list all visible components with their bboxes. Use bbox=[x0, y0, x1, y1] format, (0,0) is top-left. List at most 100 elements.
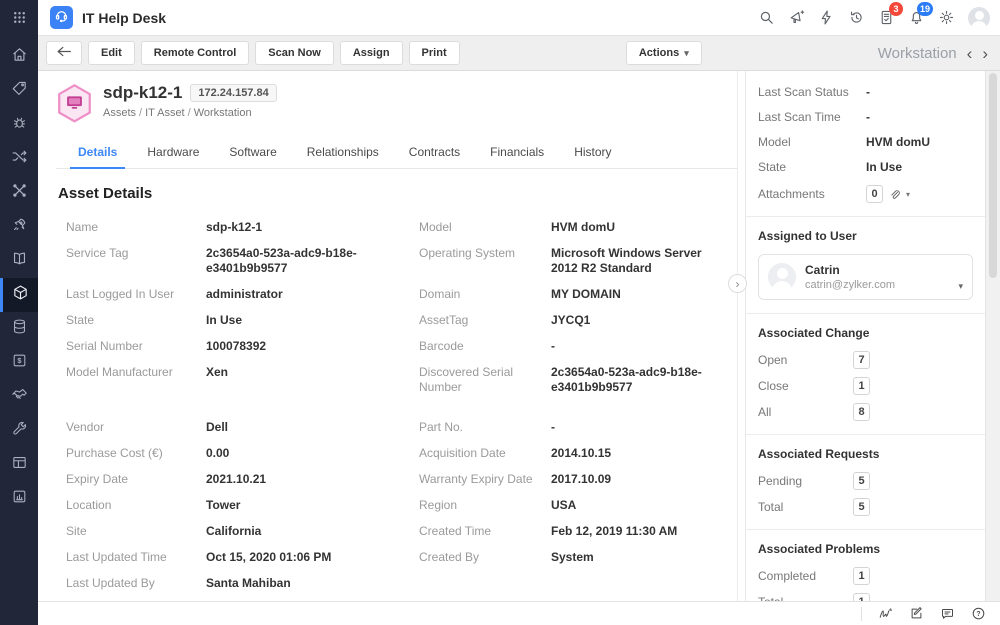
detail-row: Purchase Cost (€)0.00Acquisition Date201… bbox=[66, 446, 737, 461]
sidebar-item-problems[interactable] bbox=[0, 108, 38, 142]
tab-details[interactable]: Details bbox=[64, 138, 131, 168]
sidebar-item-admin[interactable] bbox=[0, 414, 38, 448]
sidebar-item-reports[interactable] bbox=[0, 482, 38, 516]
sidebar-item-purchases[interactable]: $ bbox=[0, 346, 38, 380]
sidebar-item-contracts[interactable] bbox=[0, 380, 38, 414]
next-asset-button[interactable]: › bbox=[982, 45, 988, 62]
edit-button[interactable]: Edit bbox=[88, 41, 135, 65]
problems-icon bbox=[11, 114, 28, 136]
breadcrumb: Assets/IT Asset/Workstation bbox=[103, 107, 277, 119]
announcement-icon[interactable] bbox=[788, 9, 805, 26]
prev-asset-button[interactable]: ‹ bbox=[967, 45, 973, 62]
asset-details-group2: VendorDellPart No.- Purchase Cost (€)0.0… bbox=[56, 420, 737, 591]
sidebar-item-releases[interactable] bbox=[0, 210, 38, 244]
assigned-user-heading: Assigned to User bbox=[758, 229, 973, 243]
tab-software[interactable]: Software bbox=[215, 138, 290, 168]
count-badge[interactable]: 1 bbox=[853, 593, 870, 601]
gear-icon[interactable] bbox=[938, 9, 955, 26]
back-button[interactable] bbox=[46, 41, 82, 65]
headset-icon bbox=[54, 8, 69, 28]
history-icon[interactable] bbox=[848, 9, 865, 26]
panel-row: Last Scan Status- bbox=[758, 85, 973, 99]
asset-detail-pane: sdp-k12-1 172.24.157.84 Assets/IT Asset/… bbox=[38, 71, 737, 601]
count-badge[interactable]: 5 bbox=[853, 472, 870, 490]
releases-icon bbox=[11, 216, 28, 238]
breadcrumb-assets[interactable]: Assets bbox=[103, 107, 136, 119]
approvals-icon[interactable]: 3 bbox=[878, 9, 895, 26]
tab-relationships[interactable]: Relationships bbox=[293, 138, 393, 168]
asset-details-group1: Namesdp-k12-1ModelHVM domU Service Tag2c… bbox=[56, 220, 737, 395]
asset-name: sdp-k12-1 bbox=[103, 83, 182, 103]
asset-tabs: Details Hardware Software Relationships … bbox=[56, 138, 737, 169]
count-badge[interactable]: 1 bbox=[853, 377, 870, 395]
requests-icon bbox=[11, 80, 28, 102]
user-name: Catrin bbox=[805, 263, 895, 277]
count-badge[interactable]: 5 bbox=[853, 498, 870, 516]
associated-requests-heading: Associated Requests bbox=[758, 447, 973, 461]
paperclip-icon[interactable] bbox=[888, 188, 901, 201]
detail-row: VendorDellPart No.- bbox=[66, 420, 737, 435]
assoc-row: Completed1 bbox=[758, 567, 973, 585]
svg-text:?: ? bbox=[976, 611, 980, 618]
print-button[interactable]: Print bbox=[409, 41, 460, 65]
remote-control-button[interactable]: Remote Control bbox=[141, 41, 250, 65]
chevron-down-icon[interactable]: ▾ bbox=[906, 190, 910, 199]
breadcrumb-it-asset[interactable]: IT Asset bbox=[145, 107, 185, 119]
zap-icon[interactable] bbox=[818, 9, 835, 26]
attachments-count[interactable]: 0 bbox=[866, 185, 883, 203]
home-icon bbox=[11, 46, 28, 68]
contracts-icon bbox=[11, 386, 28, 408]
detail-row: Last Updated TimeOct 15, 2020 01:06 PMCr… bbox=[66, 550, 737, 565]
assoc-row: Open7 bbox=[758, 351, 973, 369]
topbar: IT Help Desk 3 19 bbox=[38, 0, 1000, 36]
tab-history[interactable]: History bbox=[560, 138, 625, 168]
panel-collapse-handle[interactable]: › bbox=[728, 274, 747, 293]
page-scrollbar[interactable] bbox=[985, 71, 1000, 601]
help-icon[interactable]: ? bbox=[971, 606, 986, 621]
search-icon[interactable] bbox=[758, 9, 775, 26]
assoc-row: Total5 bbox=[758, 498, 973, 516]
count-badge[interactable]: 8 bbox=[853, 403, 870, 421]
scrollbar-thumb[interactable] bbox=[989, 73, 997, 278]
reports-icon bbox=[11, 488, 28, 510]
count-badge[interactable]: 7 bbox=[853, 351, 870, 369]
sidebar-item-projects[interactable] bbox=[0, 176, 38, 210]
detail-row: StateIn UseAssetTagJYCQ1 bbox=[66, 313, 737, 328]
asset-ip-chip: 172.24.157.84 bbox=[190, 84, 276, 102]
chat-icon[interactable] bbox=[940, 606, 955, 621]
sidebar-item-requests[interactable] bbox=[0, 74, 38, 108]
scan-now-button[interactable]: Scan Now bbox=[255, 41, 334, 65]
tab-financials[interactable]: Financials bbox=[476, 138, 558, 168]
detail-row: Last Updated BySanta Mahiban bbox=[66, 576, 737, 591]
count-badge[interactable]: 1 bbox=[853, 567, 870, 585]
app-grid-icon[interactable] bbox=[0, 0, 38, 34]
solutions-icon bbox=[11, 250, 28, 272]
actions-dropdown[interactable]: Actions▾ bbox=[626, 41, 702, 65]
chevron-down-icon: ▾ bbox=[958, 281, 963, 292]
detail-row: Service Tag2c3654a0-523a-adc9-b18e-e3401… bbox=[66, 246, 737, 276]
tab-hardware[interactable]: Hardware bbox=[133, 138, 213, 168]
sidebar-item-changes[interactable] bbox=[0, 142, 38, 176]
summary-panel: Last Scan Status- Last Scan Time- ModelH… bbox=[745, 71, 985, 601]
notifications-icon[interactable]: 19 bbox=[908, 9, 925, 26]
associated-problems-heading: Associated Problems bbox=[758, 542, 973, 556]
sidebar-item-home[interactable] bbox=[0, 40, 38, 74]
zia-icon[interactable] bbox=[878, 606, 893, 621]
assigned-user-card[interactable]: Catrin catrin@zylker.com ▾ bbox=[758, 254, 973, 300]
sidebar-item-assets[interactable] bbox=[0, 278, 38, 312]
associated-change-heading: Associated Change bbox=[758, 326, 973, 340]
assoc-row: Pending5 bbox=[758, 472, 973, 490]
tab-contracts[interactable]: Contracts bbox=[395, 138, 474, 168]
chevron-down-icon: ▾ bbox=[684, 48, 689, 59]
assign-button[interactable]: Assign bbox=[340, 41, 403, 65]
sidebar-item-solutions[interactable] bbox=[0, 244, 38, 278]
detail-row: Last Logged In UseradministratorDomainMY… bbox=[66, 287, 737, 302]
sidebar-item-cmdb[interactable] bbox=[0, 312, 38, 346]
notifications-badge: 19 bbox=[917, 2, 933, 16]
avatar[interactable] bbox=[968, 7, 990, 29]
toolbar: Edit Remote Control Scan Now Assign Prin… bbox=[38, 36, 1000, 71]
assoc-row: Close1 bbox=[758, 377, 973, 395]
breadcrumb-workstation[interactable]: Workstation bbox=[194, 107, 252, 119]
compose-icon[interactable] bbox=[909, 606, 924, 621]
sidebar-item-dashboard[interactable] bbox=[0, 448, 38, 482]
